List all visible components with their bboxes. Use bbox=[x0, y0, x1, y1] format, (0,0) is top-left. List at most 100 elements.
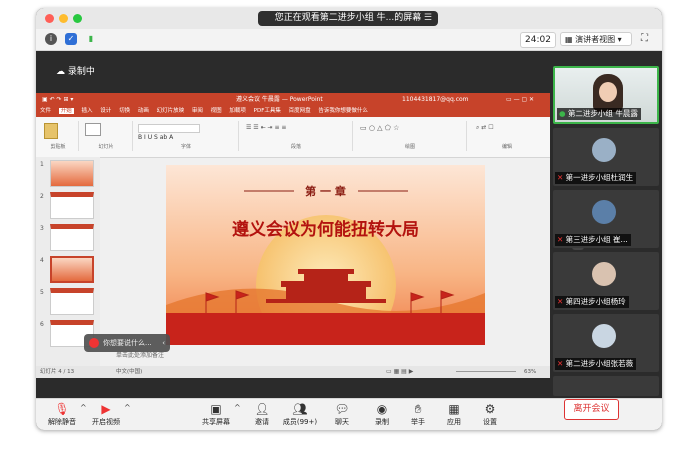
meeting-timer: 24:02 bbox=[520, 32, 556, 48]
ppt-tab[interactable]: 设计 bbox=[100, 108, 111, 114]
ppt-ribbon-tabs: 文件 开始 插入 设计 切换 动画 幻灯片放映 审阅 视图 加载项 PDF工具集… bbox=[36, 106, 550, 117]
find-replace-icons[interactable]: ⌕ ⇄ ☐ bbox=[476, 124, 494, 132]
meeting-window: 您正在观看第二进步小组 牛...的屏幕 ☰ i ✓ ▮ 24:02 ▦ 演讲者视… bbox=[36, 8, 662, 430]
participant-name: ● 第二进步小组 牛晨露 bbox=[557, 108, 641, 120]
zoom-button[interactable] bbox=[73, 14, 82, 23]
ribbon-group-clipboard[interactable]: 剪贴板 bbox=[38, 121, 79, 151]
hand-icon: ✋︎ bbox=[414, 402, 422, 416]
mic-muted-icon: ✕ bbox=[557, 173, 566, 182]
speaker-view-button[interactable]: ▦ 演讲者视图 ▾ bbox=[560, 32, 632, 46]
ppt-tab[interactable]: PDF工具集 bbox=[254, 108, 281, 114]
ppt-tab[interactable]: 百度网盘 bbox=[289, 108, 311, 114]
participant-panel: ● 第二进步小组 牛晨露 ✕ 第一进步小组杜润生 ✕ 第三进步小组 崔... ✕… bbox=[553, 66, 659, 396]
unmute-button[interactable]: 🎙︎ 解除静音 bbox=[42, 401, 82, 429]
participant-tile[interactable]: ✕ 第三进步小组 崔... bbox=[553, 190, 659, 248]
avatar bbox=[592, 324, 616, 348]
ppt-ribbon: 剪贴板 幻灯片 B I U S ab A 字体 ☰ ☰ ⇤ ⇥ ≡ ≡ 段落 ▭… bbox=[36, 117, 550, 158]
gear-icon: ⚙ bbox=[484, 402, 496, 416]
signal-icon[interactable]: ▮ bbox=[85, 33, 97, 45]
mic-on-icon: ● bbox=[559, 109, 568, 118]
menu-icon[interactable]: ☰ bbox=[424, 11, 432, 26]
font-format-icons[interactable]: B I U S ab A bbox=[138, 134, 173, 141]
avatar bbox=[592, 200, 616, 224]
start-video-button[interactable]: ▶ 开启视频 bbox=[86, 401, 126, 429]
slide-chapter: 第 一 章 bbox=[305, 185, 346, 198]
members-icon: 👥︎ bbox=[292, 402, 308, 416]
slide-thumb[interactable] bbox=[50, 288, 94, 315]
invite-button[interactable]: 👤︎ 邀请 bbox=[242, 401, 282, 429]
close-button[interactable] bbox=[45, 14, 54, 23]
participant-tile[interactable]: ✕ 第一进步小组杜润生 bbox=[553, 128, 659, 186]
slide-thumb[interactable] bbox=[50, 224, 94, 251]
participant-tile[interactable]: ✕ 第四进步小组杨玲 bbox=[553, 252, 659, 310]
participant-tile[interactable]: ✕ 第二进步小组张若薇 bbox=[553, 314, 659, 372]
ppt-tab[interactable]: 切换 bbox=[119, 108, 130, 114]
ribbon-group-slides[interactable]: 幻灯片 bbox=[80, 121, 133, 151]
zoom-slider[interactable] bbox=[456, 371, 516, 372]
ribbon-group-drawing[interactable]: ▭ ○ △ ⬠ ☆ 绘图 bbox=[354, 121, 467, 151]
raise-hand-button[interactable]: ✋︎ 举手 bbox=[398, 401, 438, 429]
ribbon-group-editing[interactable]: ⌕ ⇄ ☐ 编辑 bbox=[468, 121, 546, 151]
grid-icon: ▦ bbox=[565, 35, 576, 44]
chat-button[interactable]: 💬︎ 聊天 bbox=[322, 401, 362, 429]
ppt-quick-access[interactable]: ▣ ↶ ↷ ⊞ ▾ bbox=[42, 93, 73, 106]
ribbon-group-font[interactable]: B I U S ab A 字体 bbox=[134, 121, 239, 151]
record-button[interactable]: ◉ 录制 bbox=[362, 401, 402, 429]
avatar bbox=[592, 138, 616, 162]
ppt-tab[interactable]: 视图 bbox=[211, 108, 222, 114]
ppt-tab[interactable]: 文件 bbox=[40, 108, 51, 114]
add-person-icon: 👤︎ bbox=[254, 402, 270, 416]
avatar bbox=[592, 262, 616, 286]
new-slide-icon bbox=[85, 123, 101, 136]
ppt-doc-title: 遵义会议 牛晨露 — PowerPoint bbox=[236, 96, 323, 103]
ppt-tab[interactable]: 审阅 bbox=[192, 108, 203, 114]
chevron-up-icon[interactable]: ^ bbox=[124, 403, 131, 412]
ppt-tab[interactable]: 动画 bbox=[138, 108, 149, 114]
security-shield-icon[interactable]: ✓ bbox=[65, 33, 77, 45]
slide-thumb-selected[interactable] bbox=[50, 256, 94, 283]
record-icon: ◉ bbox=[376, 402, 388, 416]
share-screen-button[interactable]: ▣ 共享屏幕 bbox=[196, 401, 236, 429]
zoom-level: 63% bbox=[524, 369, 537, 375]
language-indicator: 中文(中国) bbox=[116, 369, 143, 375]
participant-name: ✕ 第二进步小组张若薇 bbox=[555, 358, 637, 370]
participant-name: ✕ 第一进步小组杜润生 bbox=[555, 172, 637, 184]
participant-tile-active[interactable]: ● 第二进步小组 牛晨露 bbox=[553, 66, 659, 124]
view-buttons[interactable]: ▭ ▦ ▤ ▶ bbox=[386, 366, 413, 378]
paste-icon bbox=[44, 123, 58, 139]
info-icon[interactable]: i bbox=[45, 33, 57, 45]
chevron-left-icon[interactable]: ‹ bbox=[162, 334, 165, 352]
paragraph-icons[interactable]: ☰ ☰ ⇤ ⇥ ≡ ≡ bbox=[246, 124, 286, 131]
speech-popup[interactable]: 你想要说什么... ‹ bbox=[84, 334, 170, 352]
ppt-tab[interactable]: 告诉我你想要做什么 bbox=[318, 108, 368, 114]
members-button[interactable]: 👥︎ 成员(99+) bbox=[280, 401, 320, 429]
video-off-icon: ▶ bbox=[101, 402, 111, 416]
ppt-window-controls[interactable]: ▭ — ▢ ✕ bbox=[506, 93, 534, 106]
font-name-box[interactable] bbox=[138, 124, 200, 133]
current-slide[interactable]: 第 一 章 遵义会议为何能扭转大局 bbox=[166, 165, 485, 345]
chevron-up-icon[interactable]: ^ bbox=[234, 403, 241, 412]
participant-name: ✕ 第四进步小组杨玲 bbox=[555, 296, 629, 308]
mic-muted-icon: ✕ bbox=[557, 297, 566, 306]
slide-thumb[interactable] bbox=[50, 192, 94, 219]
ppt-tab[interactable]: 加载项 bbox=[229, 108, 246, 114]
chat-icon: 💬︎ bbox=[334, 402, 350, 416]
share-screen-icon: ▣ bbox=[210, 402, 222, 416]
ppt-tab[interactable]: 插入 bbox=[82, 108, 93, 114]
ppt-tab[interactable]: 开始 bbox=[58, 108, 74, 114]
slide-thumb[interactable] bbox=[50, 160, 94, 187]
ribbon-group-paragraph[interactable]: ☰ ☰ ⇤ ⇥ ≡ ≡ 段落 bbox=[240, 121, 353, 151]
minimize-button[interactable] bbox=[59, 14, 68, 23]
settings-button[interactable]: ⚙ 设置 bbox=[470, 401, 510, 429]
shapes-icons[interactable]: ▭ ○ △ ⬠ ☆ bbox=[360, 124, 399, 132]
apps-icon: ▦ bbox=[448, 402, 460, 416]
mic-muted-icon: ✕ bbox=[557, 359, 566, 368]
participant-tile-partial[interactable] bbox=[553, 376, 659, 396]
mic-muted-icon: 🎙︎ bbox=[54, 402, 70, 416]
apps-button[interactable]: ▦ 应用 bbox=[434, 401, 474, 429]
leave-meeting-button[interactable]: 离开会议 bbox=[564, 399, 619, 420]
share-title-pill[interactable]: 您正在观看第二进步小组 牛...的屏幕 ☰ bbox=[258, 11, 438, 26]
ppt-tab[interactable]: 幻灯片放映 bbox=[157, 108, 185, 114]
fullscreen-icon[interactable]: ⛶ bbox=[641, 33, 648, 44]
meeting-toolbar: i ✓ ▮ 24:02 ▦ 演讲者视图 ▾ ⛶ bbox=[36, 29, 662, 51]
